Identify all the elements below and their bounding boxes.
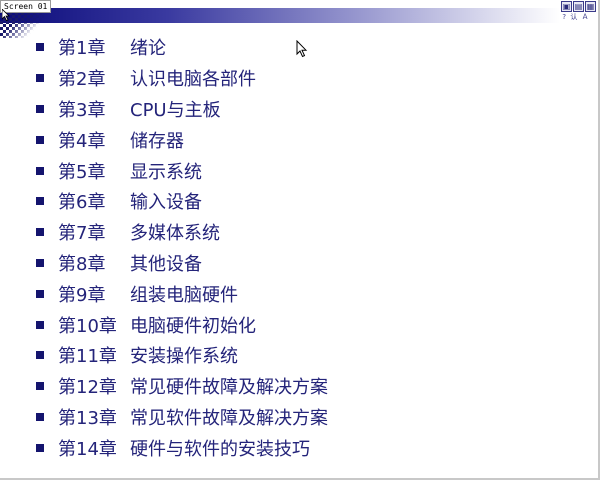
chapter-title: 多媒体系统 (130, 223, 220, 245)
window-controls-label: ? 认 Ａ (562, 13, 589, 21)
chapter-title: 组装电脑硬件 (130, 284, 238, 306)
chapter-item[interactable]: 第6章 输入设备 (36, 186, 328, 217)
chapter-item[interactable]: 第5章 显示系统 (36, 155, 328, 186)
chapter-title: 硬件与软件的安装技巧 (130, 438, 310, 460)
chapter-number: 第3章 (58, 99, 106, 121)
chapter-title: 常见硬件故障及解决方案 (130, 377, 328, 399)
chapter-number: 第12章 (58, 377, 117, 399)
bullet-square-icon (36, 382, 44, 391)
chapter-number: 第10章 (58, 315, 117, 337)
chapter-number: 第4章 (58, 130, 106, 152)
mouse-pointer-icon (296, 40, 308, 58)
bullet-square-icon (36, 443, 44, 452)
chapter-item[interactable]: 第8章 其他设备 (36, 248, 328, 279)
fullscreen-icon[interactable]: ▦ (585, 1, 596, 12)
chapter-number: 第11章 (58, 346, 117, 368)
chapter-number: 第1章 (58, 38, 106, 60)
bullet-square-icon (36, 228, 44, 237)
bullet-square-icon (36, 351, 44, 360)
chapter-number: 第2章 (58, 69, 106, 91)
window-controls: ▣ ▤ ▦ ? 认 Ａ (560, 0, 598, 24)
small-cursor-icon (2, 9, 10, 21)
chapter-item[interactable]: 第9章 组装电脑硬件 (36, 278, 328, 309)
bullet-square-icon (36, 43, 44, 52)
chapter-item[interactable]: 第1章 绪论 (36, 32, 328, 63)
bullet-square-icon (36, 197, 44, 206)
chapter-number: 第6章 (58, 192, 106, 214)
chapter-list: 第1章 绪论 第2章 认识电脑各部件 第3章 CPU与主板 第4章 储存器 第5… (36, 32, 328, 463)
chapter-number: 第13章 (58, 407, 117, 429)
chapter-number: 第8章 (58, 253, 106, 275)
chapter-number: 第14章 (58, 438, 117, 460)
chapter-number: 第5章 (58, 161, 106, 183)
chapter-item[interactable]: 第11章 安装操作系统 (36, 340, 328, 371)
chapter-title: 安装操作系统 (130, 346, 238, 368)
chapter-item[interactable]: 第7章 多媒体系统 (36, 217, 328, 248)
bullet-square-icon (36, 320, 44, 329)
chapter-title: 常见软件故障及解决方案 (130, 407, 328, 429)
bullet-square-icon (36, 104, 44, 113)
title-gradient-bar (0, 8, 560, 23)
chapter-title: 认识电脑各部件 (130, 69, 256, 91)
chapter-item[interactable]: 第2章 认识电脑各部件 (36, 63, 328, 94)
screen: Screen 01 ▣ ▤ ▦ ? 认 Ａ 第1章 绪论 第2章 认识电脑各部件… (0, 0, 600, 480)
chapter-title: CPU与主板 (130, 99, 221, 121)
bullet-square-icon (36, 412, 44, 421)
chapter-item[interactable]: 第3章 CPU与主板 (36, 94, 328, 125)
chapter-number: 第7章 (58, 223, 106, 245)
restore-icon[interactable]: ▤ (573, 1, 584, 12)
bullet-square-icon (36, 74, 44, 83)
chapter-item[interactable]: 第10章 电脑硬件初始化 (36, 309, 328, 340)
chapter-title: 储存器 (130, 130, 184, 152)
bullet-square-icon (36, 135, 44, 144)
chapter-title: 绪论 (130, 38, 166, 60)
bullet-square-icon (36, 289, 44, 298)
chapter-item[interactable]: 第14章 硬件与软件的安装技巧 (36, 432, 328, 463)
chapter-title: 其他设备 (130, 253, 202, 275)
zoom-icon[interactable]: ▣ (561, 1, 572, 12)
chapter-title: 显示系统 (130, 161, 202, 183)
chapter-number: 第9章 (58, 284, 106, 306)
chapter-item[interactable]: 第4章 储存器 (36, 124, 328, 155)
bullet-square-icon (36, 166, 44, 175)
chapter-title: 电脑硬件初始化 (130, 315, 256, 337)
chapter-item[interactable]: 第12章 常见硬件故障及解决方案 (36, 371, 328, 402)
chapter-title: 输入设备 (130, 192, 202, 214)
bullet-square-icon (36, 258, 44, 267)
chapter-item[interactable]: 第13章 常见软件故障及解决方案 (36, 402, 328, 433)
